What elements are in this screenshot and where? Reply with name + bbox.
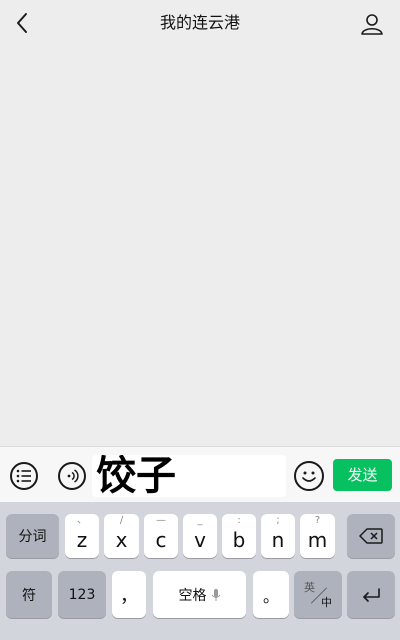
key-z[interactable]: 、 z (65, 514, 99, 558)
key-hint: — (156, 515, 166, 526)
profile-button[interactable] (358, 10, 386, 38)
key-hint: _ (197, 515, 203, 526)
input-bar: 饺子 发送 (0, 446, 400, 502)
language-switch-key[interactable]: 英 中 (294, 571, 342, 618)
user-icon (361, 14, 383, 35)
key-hint: 、 (77, 515, 87, 526)
key-label: b (232, 528, 246, 552)
mic-icon (211, 588, 220, 601)
key-c[interactable]: — c (144, 514, 178, 558)
key-label: 。 (262, 586, 279, 606)
key-label: z (76, 528, 88, 552)
backspace-key[interactable] (347, 514, 395, 558)
backspace-icon (359, 528, 383, 544)
key-n[interactable]: ; n (261, 514, 295, 558)
emoji-button[interactable] (294, 461, 324, 491)
key-label: c (155, 528, 167, 552)
return-icon (363, 587, 380, 602)
key-label: n (271, 528, 285, 552)
period-key[interactable]: 。 (253, 571, 289, 618)
key-x[interactable]: / x (104, 514, 139, 558)
smiley-icon (302, 471, 316, 482)
numbers-key[interactable]: 123 (58, 571, 106, 618)
enter-key[interactable] (347, 571, 395, 618)
lang-en-label: 英 (304, 581, 315, 594)
key-label: 123 (68, 586, 96, 603)
comma-key[interactable]: ， (112, 571, 146, 618)
list-icon (16, 469, 31, 483)
symbol-key[interactable]: 符 (6, 571, 52, 618)
key-hint: ? (314, 515, 321, 526)
key-label: 空格 (178, 587, 207, 604)
key-segment[interactable]: 分词 (6, 514, 59, 558)
space-key[interactable]: 空格 (153, 571, 246, 618)
key-hint: ; (276, 515, 280, 526)
send-button[interactable]: 发送 (333, 459, 392, 491)
key-label: m (307, 528, 328, 552)
key-label: x (115, 528, 128, 552)
key-hint: / (119, 515, 124, 526)
key-b[interactable]: : b (222, 514, 256, 558)
menu-list-button[interactable] (10, 462, 38, 490)
voice-input-button[interactable] (58, 462, 86, 490)
key-label: v (194, 528, 206, 552)
key-label: 分词 (18, 529, 47, 545)
key-v[interactable]: _ v (183, 514, 217, 558)
title-bar: 我的连云港 (0, 0, 400, 46)
key-label: ， (120, 585, 138, 607)
page-title: 我的连云港 (159, 13, 240, 32)
key-m[interactable]: ? m (300, 514, 335, 558)
lang-zh-label: 中 (321, 596, 332, 609)
keyboard: 分词 、 z / x — c _ v : b ; n ? m 符 123 ， 空… (0, 502, 400, 640)
chat-message-area[interactable] (0, 46, 400, 446)
key-label: 符 (22, 587, 36, 604)
language-switch-glyph: 英 中 (294, 571, 342, 618)
key-hint: : (237, 515, 241, 526)
voice-icon (67, 469, 79, 483)
message-input[interactable]: 饺子 (92, 455, 286, 497)
